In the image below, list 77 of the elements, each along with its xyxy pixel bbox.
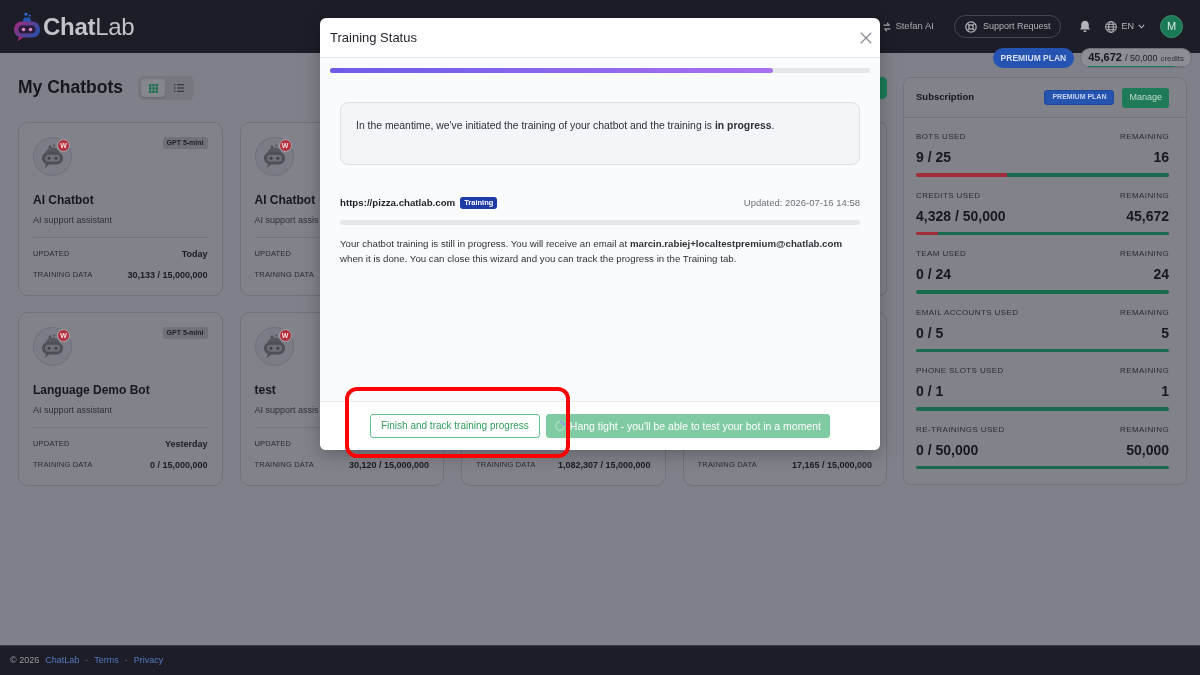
- updated-time: Updated: 2026-07-16 14:58: [743, 195, 860, 210]
- quota-remaining: 45,672: [1126, 207, 1169, 224]
- notice-message: In the meantime, we've initiated the training of your chatbot and the training is in progress.: [340, 102, 860, 165]
- workspace-name[interactable]: Stefan AI: [895, 19, 934, 34]
- quota-used: 0 / 5: [916, 324, 944, 341]
- swap-icon[interactable]: [883, 21, 892, 32]
- quota-label: TEAM USED: [916, 249, 967, 259]
- user-avatar[interactable]: M: [1160, 15, 1183, 38]
- chatbot-name: test: [254, 382, 276, 398]
- spinner-icon: [554, 421, 565, 431]
- robot-logo-icon[interactable]: [13, 11, 41, 42]
- dialog-title: Training Status: [330, 28, 417, 47]
- quota-remaining: 16: [1153, 149, 1169, 165]
- page-title: My Chatbots: [18, 79, 123, 97]
- quota-remaining: 24: [1153, 266, 1169, 282]
- chatbot-name: Language Demo Bot: [33, 382, 150, 398]
- footer-link[interactable]: ChatLab: [45, 656, 80, 665]
- credits-total: / 50,000: [1124, 52, 1158, 64]
- quota-used: 9 / 25: [916, 149, 952, 165]
- chatbot-name: AI Chatbot: [254, 192, 316, 208]
- chatbot-description: AI support assis: [254, 214, 319, 226]
- notification-bell-icon[interactable]: [1079, 20, 1092, 33]
- chevron-down-icon: [1138, 24, 1145, 29]
- stat-value: Yesterday: [164, 438, 208, 450]
- quota-label: CREDITS USED: [916, 190, 981, 201]
- stat-value: 0 / 15,000,000: [149, 459, 208, 471]
- remaining-label: REMAINING: [1120, 132, 1169, 142]
- remaining-label: REMAINING: [1120, 307, 1169, 318]
- stat-value: 1,082,307 / 15,000,000: [557, 459, 651, 471]
- grid-icon: [148, 83, 158, 93]
- chatbot-description: AI support assis: [254, 404, 319, 416]
- robot-avatar-icon: [33, 327, 72, 366]
- brand-name[interactable]: ChatLab: [43, 14, 135, 39]
- quota-label: RE-TRAININGS USED: [916, 424, 1005, 435]
- language-selector[interactable]: EN: [1105, 20, 1145, 33]
- quota-label: BOTS USED: [916, 132, 966, 142]
- robot-avatar-icon: [254, 137, 294, 176]
- chatbot-description: AI support assistant: [33, 404, 113, 416]
- quota-used: 0 / 24: [916, 266, 952, 282]
- stat-value: 17,165 / 15,000,000: [791, 459, 872, 471]
- grid-view-button[interactable]: [141, 79, 165, 97]
- remaining-label: REMAINING: [1120, 249, 1169, 259]
- remaining-label: REMAINING: [1120, 424, 1169, 435]
- credits-unit: credits: [1160, 53, 1184, 65]
- quota-remaining: 50,000: [1126, 441, 1169, 458]
- globe-icon: [1105, 20, 1118, 33]
- separator: ·: [124, 656, 128, 665]
- source-url: https://pizza.chatlab.com: [340, 195, 456, 210]
- robot-avatar-icon: [33, 137, 72, 176]
- robot-avatar-icon: [254, 327, 294, 366]
- list-icon: [174, 84, 184, 92]
- copyright-text: © 2026: [10, 656, 40, 665]
- chatbot-description: AI support assistant: [33, 214, 113, 226]
- stat-value: 30,120 / 15,000,000: [348, 459, 429, 471]
- separator: ·: [85, 656, 89, 665]
- manage-button[interactable]: Manage: [1122, 87, 1169, 108]
- quota-used: 0 / 1: [916, 383, 944, 399]
- stat-value: 30,133 / 15,000,000: [127, 269, 208, 281]
- quota-label: EMAIL ACCOUNTS USED: [916, 307, 1019, 318]
- track-progress-button[interactable]: Finish and track training progress: [369, 414, 540, 438]
- plan-badge: PREMIUM PLAN: [992, 48, 1075, 68]
- quota-remaining: 1: [1161, 383, 1169, 399]
- footer-link[interactable]: Privacy: [133, 656, 164, 665]
- remaining-label: REMAINING: [1120, 190, 1169, 201]
- status-message: Your chatbot training is still in progress. You will receive an email at marcin.rabiej+localtestpremium@chatlab.com when it is done. You can close this wizard and you can track the progress in the Training tab.: [340, 237, 844, 266]
- panel-title: Subscription: [916, 90, 975, 105]
- stat-value: Today: [181, 248, 208, 260]
- chatbot-name: AI Chatbot: [33, 192, 94, 208]
- quota-used: 0 / 50,000: [916, 441, 979, 458]
- quota-label: PHONE SLOTS USED: [916, 366, 1004, 376]
- quota-used: 4,328 / 50,000: [916, 207, 1006, 224]
- footer-link[interactable]: Terms: [94, 656, 119, 665]
- remaining-label: REMAINING: [1120, 366, 1169, 376]
- credits-remaining: 45,672: [1088, 51, 1122, 63]
- quota-remaining: 5: [1161, 324, 1169, 341]
- close-icon[interactable]: [860, 31, 872, 44]
- lifebuoy-icon: [964, 20, 977, 33]
